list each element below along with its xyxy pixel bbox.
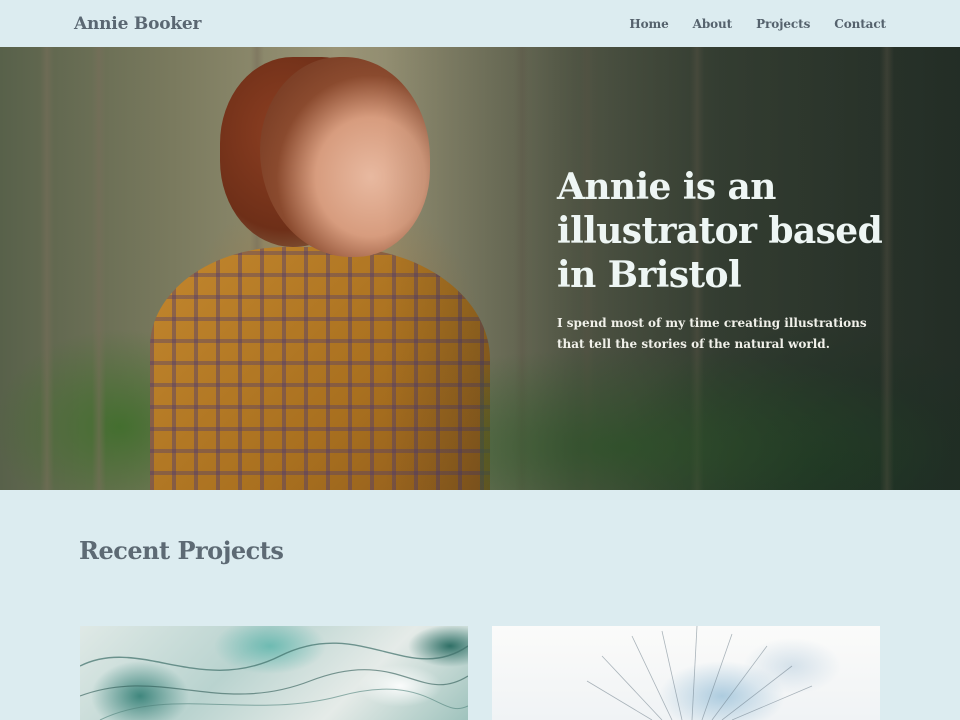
hero-title-line: in Bristol	[557, 254, 742, 296]
project-card-image	[586, 626, 813, 720]
main-nav: Home About Projects Contact	[629, 17, 886, 31]
hero-subtitle: I spend most of my time creating illustr…	[557, 316, 867, 351]
nav-about[interactable]: About	[693, 17, 733, 31]
hero-text: Annie is an illustrator based in Bristol…	[557, 165, 897, 355]
site-logo-link[interactable]: Annie Booker	[74, 14, 202, 34]
nav-projects[interactable]: Projects	[756, 17, 810, 31]
recent-projects-heading: Recent Projects	[79, 536, 284, 565]
nav-home[interactable]: Home	[629, 17, 668, 31]
project-card[interactable]	[492, 626, 880, 720]
site-header: Annie Booker Home About Projects Contact	[0, 0, 960, 47]
hero-title-line: Annie is an	[557, 166, 776, 208]
project-card-image	[80, 642, 468, 720]
project-card[interactable]	[80, 626, 468, 720]
hero-section: Annie is an illustrator based in Bristol…	[0, 47, 960, 490]
hero-title: Annie is an illustrator based in Bristol	[557, 165, 897, 297]
hero-title-line: illustrator based	[557, 210, 883, 252]
nav-contact[interactable]: Contact	[834, 17, 886, 31]
